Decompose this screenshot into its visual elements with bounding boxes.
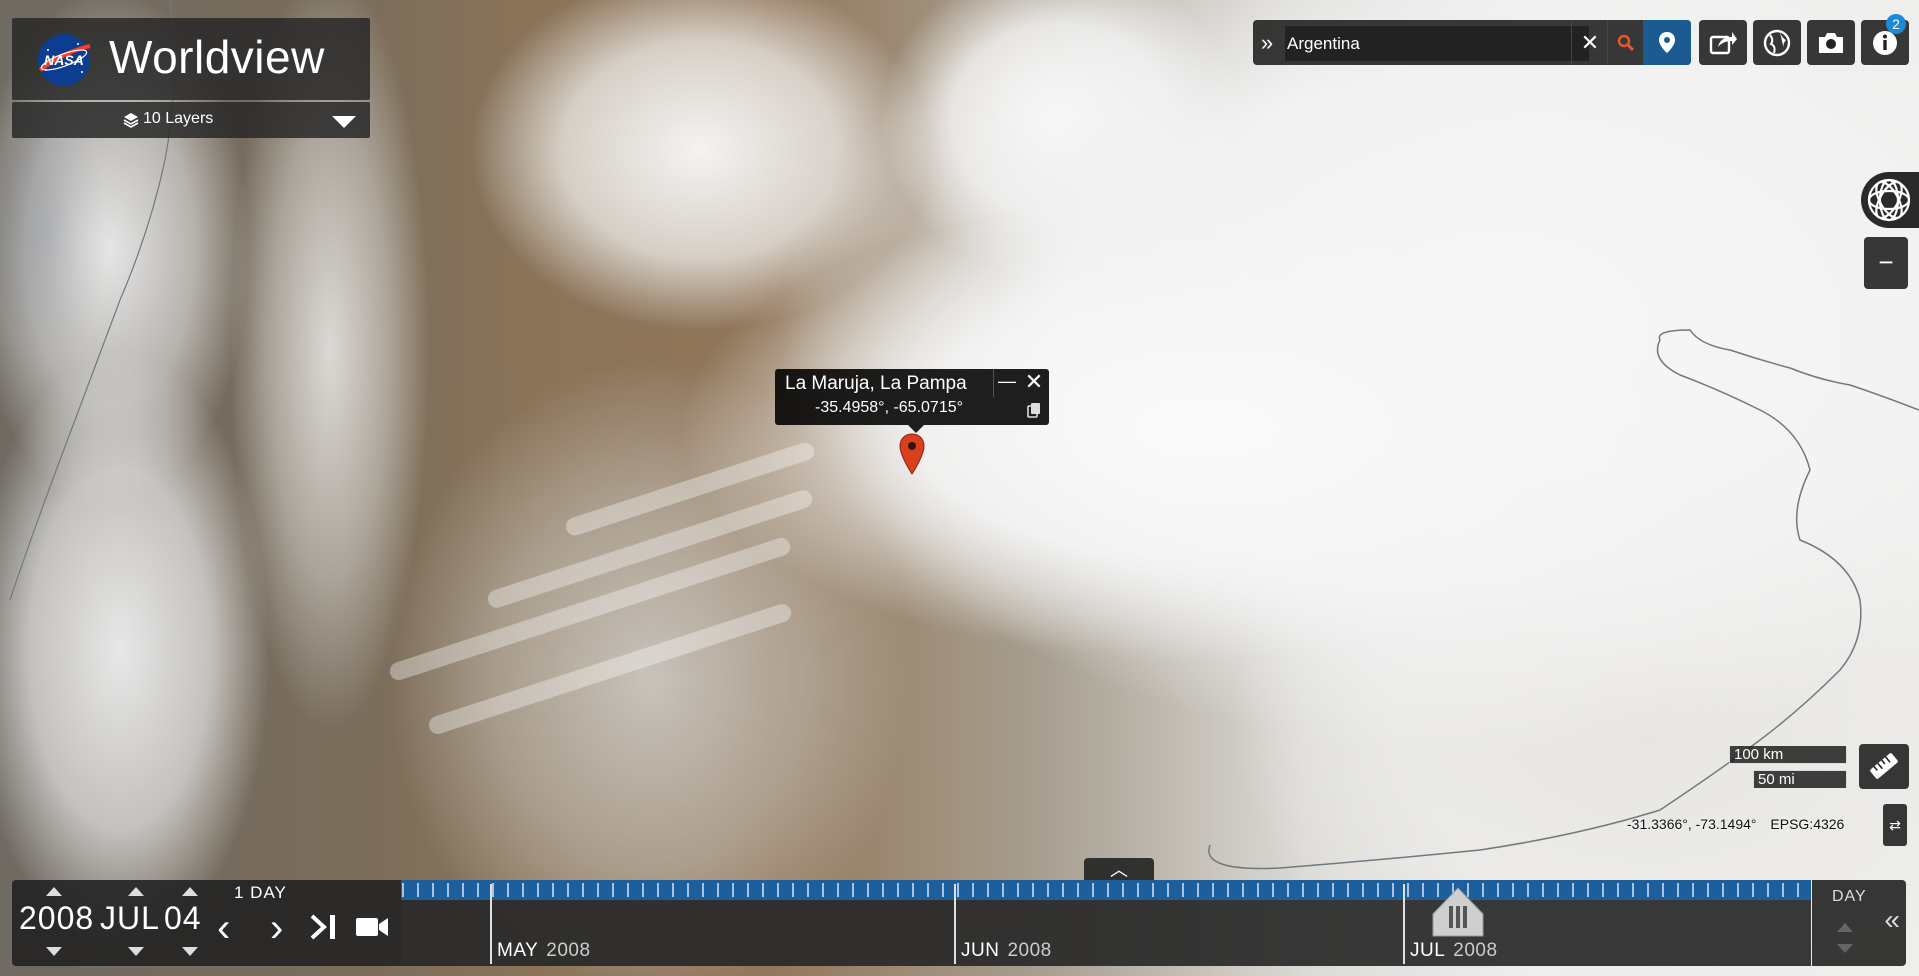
year-down-arrow-icon[interactable] bbox=[46, 947, 62, 956]
globe-icon bbox=[1867, 178, 1911, 222]
copy-icon[interactable] bbox=[1027, 402, 1041, 418]
projection-code: EPSG:4326 bbox=[1770, 816, 1845, 832]
year-up-arrow-icon[interactable] bbox=[46, 887, 62, 896]
projection-icon bbox=[1763, 29, 1791, 56]
location-pin-icon bbox=[1659, 32, 1675, 53]
collapse-timeline-button[interactable]: « bbox=[1884, 904, 1900, 936]
close-popup-button[interactable]: ✕ bbox=[1021, 369, 1047, 397]
layers-count-label: 10 Layers bbox=[143, 110, 214, 127]
month-label-jul: JUL 2008 bbox=[1410, 940, 1498, 962]
month-label-may: MAY 2008 bbox=[497, 940, 591, 962]
timeline-zoom-panel: DAY « bbox=[1812, 880, 1906, 966]
next-day-button[interactable]: › bbox=[270, 908, 283, 948]
month-label-jun: JUN 2008 bbox=[961, 940, 1052, 962]
month-year: 2008 bbox=[1453, 940, 1498, 961]
timeline-track[interactable]: MAY 2008 JUN 2008 JUL 2008 bbox=[401, 880, 1811, 966]
measure-button[interactable] bbox=[1859, 744, 1909, 789]
app-title: Worldview bbox=[109, 31, 325, 83]
jump-to-today-icon[interactable] bbox=[308, 910, 344, 944]
zoom-out-button[interactable]: − bbox=[1864, 237, 1908, 289]
day-down-arrow-icon[interactable] bbox=[182, 947, 198, 956]
minimize-popup-button[interactable]: — bbox=[993, 369, 1020, 397]
location-pin-button[interactable] bbox=[1643, 20, 1691, 65]
notification-badge: 2 bbox=[1886, 14, 1906, 34]
location-popup: La Maruja, La Pampa -35.4958°, -65.0715°… bbox=[775, 369, 1049, 433]
ruler-icon bbox=[1870, 753, 1898, 779]
camera-icon bbox=[1819, 32, 1843, 53]
map-marker-icon[interactable] bbox=[898, 432, 926, 476]
month-year: 2008 bbox=[546, 940, 591, 961]
chevron-down-icon[interactable] bbox=[332, 116, 356, 128]
day-up-arrow-icon[interactable] bbox=[182, 887, 198, 896]
day-value[interactable]: 04 bbox=[164, 900, 202, 937]
location-search: » ✕ bbox=[1253, 20, 1691, 65]
month-name: JUN bbox=[961, 940, 1000, 961]
video-camera-icon[interactable] bbox=[354, 910, 390, 944]
month-up-arrow-icon[interactable] bbox=[128, 887, 144, 896]
zoom-level-arrows-icon[interactable] bbox=[1834, 918, 1856, 958]
search-input[interactable] bbox=[1285, 26, 1589, 61]
cursor-coordinates: -31.3366°, -73.1494° EPSG:4326 bbox=[1627, 816, 1844, 832]
cursor-latlon: -31.3366°, -73.1494° bbox=[1627, 816, 1757, 832]
date-selector: 2008 JUL 04 1 DAY ‹ › bbox=[12, 880, 401, 966]
month-divider bbox=[490, 884, 492, 964]
month-name: MAY bbox=[497, 940, 539, 961]
svg-text:NASA: NASA bbox=[44, 52, 84, 68]
popup-title: La Maruja, La Pampa bbox=[785, 373, 967, 394]
interval-selector[interactable]: 1 DAY bbox=[234, 883, 287, 903]
coordinate-format-toggle[interactable]: ⇄ bbox=[1883, 804, 1907, 846]
month-down-arrow-icon[interactable] bbox=[128, 947, 144, 956]
timeline-zoom-level[interactable]: DAY bbox=[1832, 888, 1867, 906]
search-button[interactable] bbox=[1607, 20, 1644, 65]
month-divider bbox=[954, 884, 956, 964]
layers-icon bbox=[123, 113, 139, 128]
globe-3d-button[interactable] bbox=[1861, 172, 1919, 228]
snapshot-button[interactable] bbox=[1807, 20, 1855, 65]
scale-bar-mi: 50 mi bbox=[1753, 770, 1847, 788]
month-divider bbox=[1403, 884, 1405, 964]
brand-header: NASA Worldview bbox=[12, 18, 370, 100]
share-icon bbox=[1709, 31, 1737, 54]
search-icon bbox=[1617, 34, 1635, 51]
previous-day-button[interactable]: ‹ bbox=[217, 908, 230, 948]
popup-coordinates: -35.4958°, -65.0715° bbox=[815, 399, 964, 416]
scale-bar-km: 100 km bbox=[1729, 746, 1847, 764]
month-value[interactable]: JUL bbox=[100, 900, 160, 937]
month-name: JUL bbox=[1410, 940, 1446, 961]
chevron-double-right-icon[interactable]: » bbox=[1253, 20, 1281, 65]
timeline-date-handle[interactable] bbox=[1429, 884, 1487, 940]
year-value[interactable]: 2008 bbox=[19, 900, 94, 937]
timeline-ticks bbox=[401, 880, 1811, 900]
timeline-expand-button[interactable]: ︿ bbox=[1084, 858, 1154, 880]
layers-toggle-bar[interactable]: 10 Layers bbox=[12, 102, 370, 138]
clear-search-button[interactable]: ✕ bbox=[1571, 20, 1608, 65]
nasa-logo-icon: NASA bbox=[38, 34, 91, 86]
projection-button[interactable] bbox=[1753, 20, 1801, 65]
share-button[interactable] bbox=[1699, 20, 1747, 65]
month-year: 2008 bbox=[1007, 940, 1052, 961]
